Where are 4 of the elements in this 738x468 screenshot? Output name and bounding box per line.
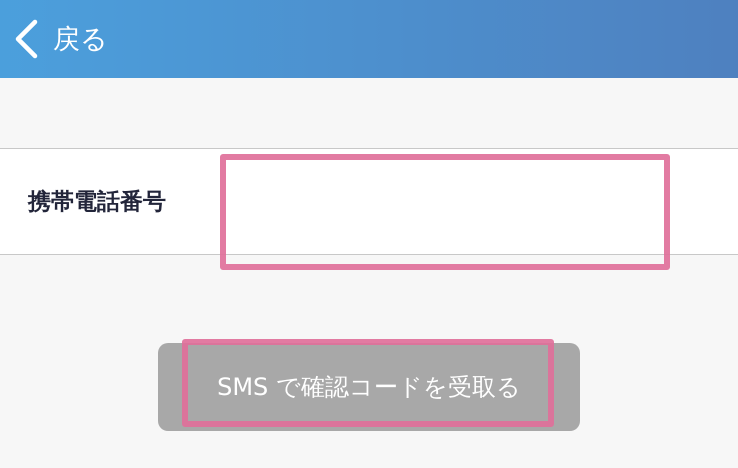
back-button[interactable]: 戻る bbox=[0, 19, 108, 59]
back-label: 戻る bbox=[53, 23, 108, 57]
phone-label: 携帯電話番号 bbox=[28, 188, 167, 217]
back-icon bbox=[13, 19, 39, 59]
